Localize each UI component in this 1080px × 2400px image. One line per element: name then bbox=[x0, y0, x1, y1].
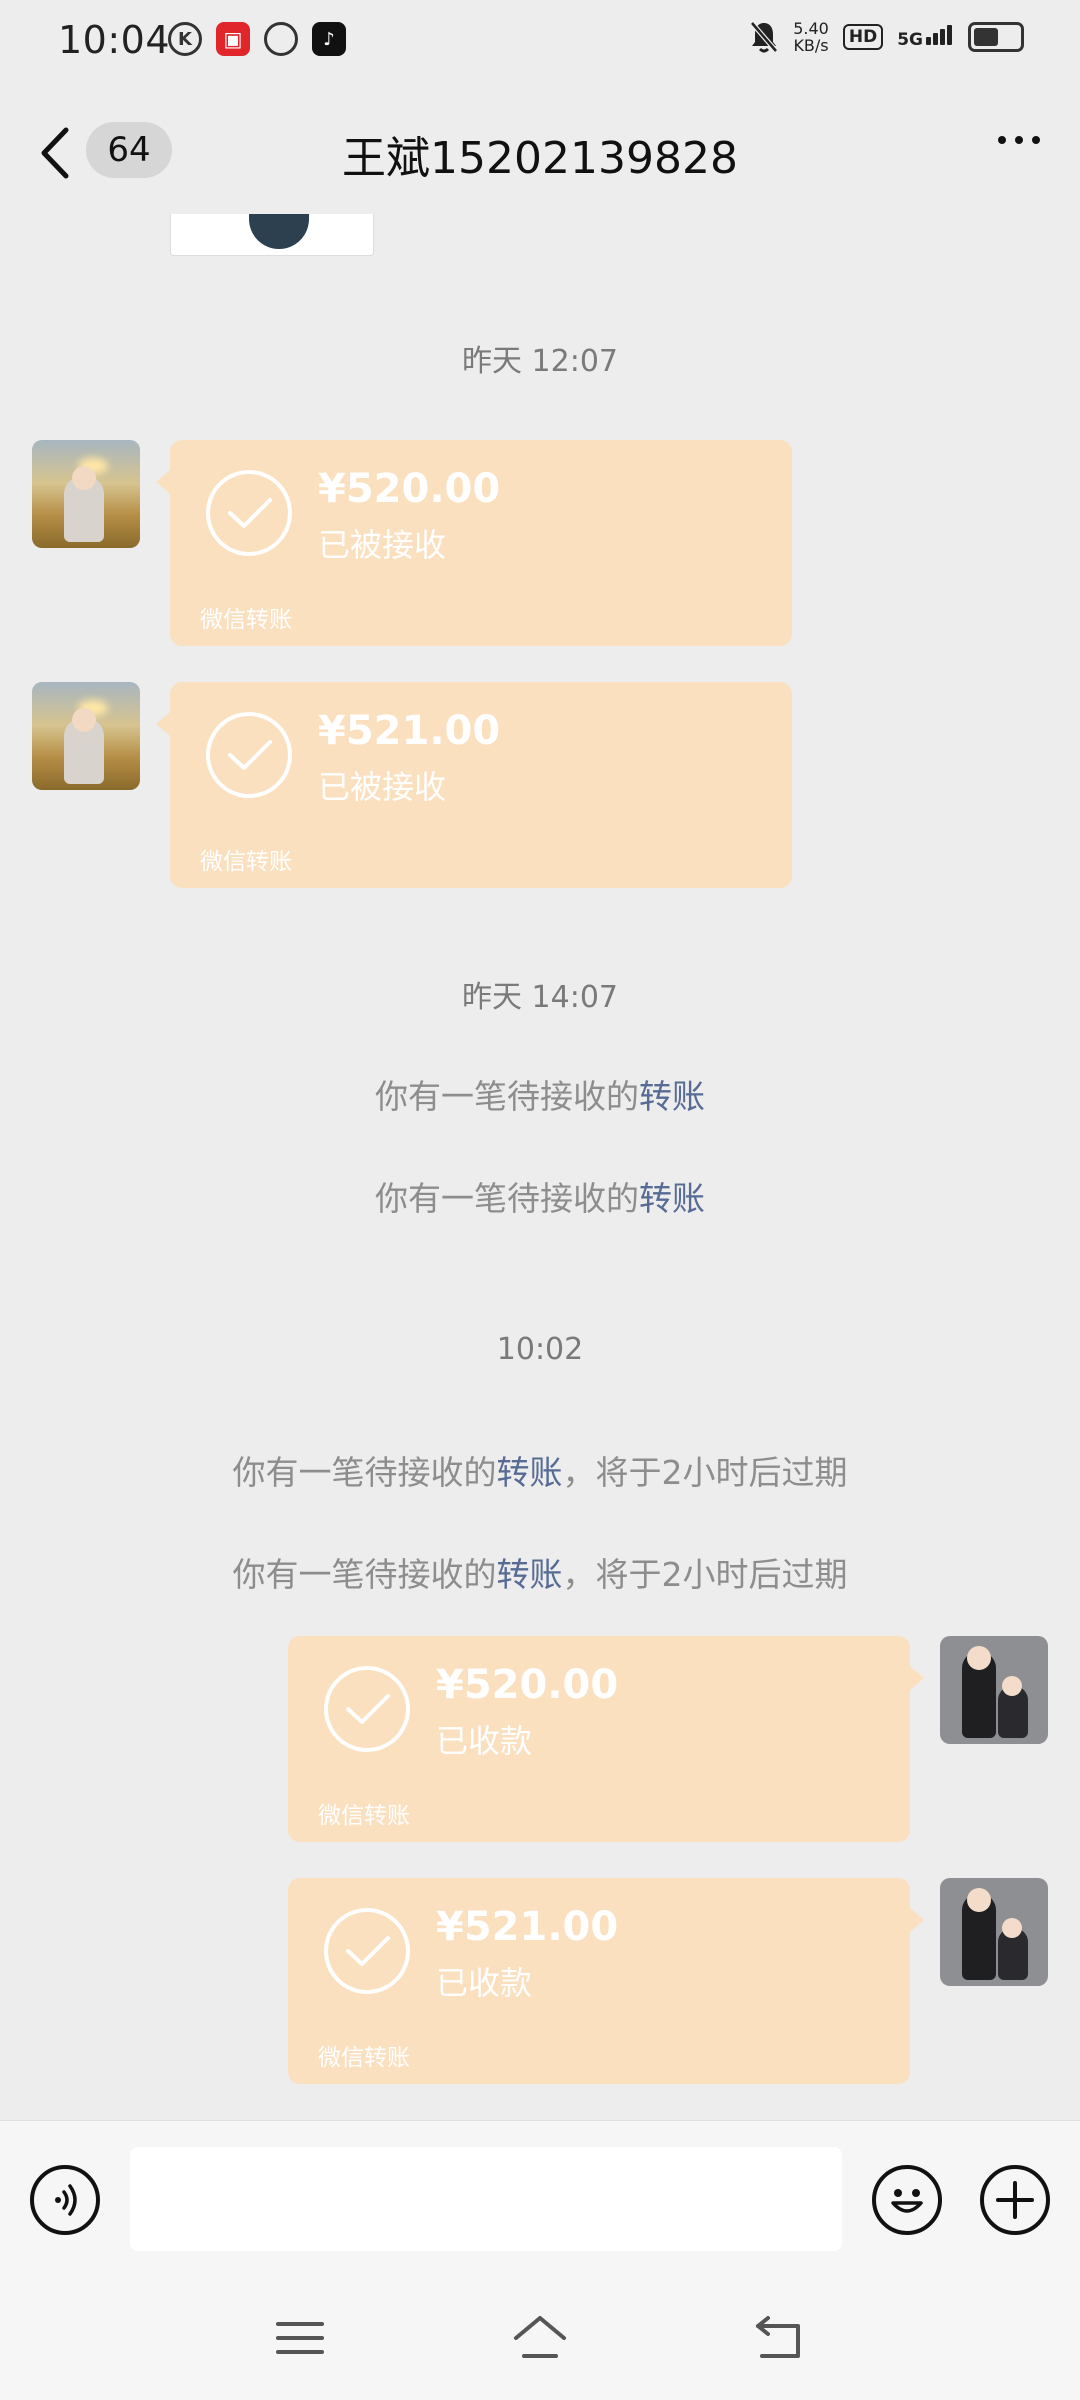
my-avatar[interactable] bbox=[940, 1636, 1048, 1744]
chat-header: 64 王斌15202139828 bbox=[0, 84, 1080, 214]
status-time: 10:04 bbox=[58, 18, 171, 62]
input-bar bbox=[0, 2120, 1080, 2283]
message-input[interactable] bbox=[130, 2147, 842, 2251]
transfer-bubble[interactable]: ¥520.00 已收款 微信转账 bbox=[288, 1636, 924, 1842]
signal-label: 5G bbox=[897, 29, 923, 50]
recent-apps-button[interactable] bbox=[270, 2310, 330, 2366]
home-button[interactable] bbox=[510, 2310, 570, 2366]
thumbnail-picture bbox=[249, 214, 309, 249]
transfer-footer: 微信转账 bbox=[318, 1803, 410, 1829]
system-message: 你有一笔待接收的转账，将于2小时后过期 bbox=[0, 1446, 1080, 1494]
check-icon bbox=[206, 712, 292, 798]
transfer-footer: 微信转账 bbox=[318, 2045, 410, 2071]
transfer-footer: 微信转账 bbox=[200, 607, 292, 633]
battery-level bbox=[974, 28, 998, 46]
transfer-status: 已收款 bbox=[436, 1964, 533, 2002]
more-dots-icon bbox=[998, 136, 1006, 144]
voice-icon bbox=[55, 2184, 77, 2216]
check-icon bbox=[206, 470, 292, 556]
more-button[interactable] bbox=[998, 136, 1040, 144]
hd-badge: HD bbox=[842, 24, 884, 50]
network-speed: 5.40 KB/s bbox=[793, 20, 829, 54]
contact-avatar[interactable] bbox=[32, 682, 140, 790]
network-speed-unit: KB/s bbox=[793, 36, 829, 55]
tiktok-icon: ♪ bbox=[312, 22, 346, 56]
system-message: 你有一笔待接收的转账 bbox=[0, 1070, 1080, 1118]
red-app-icon: ▣ bbox=[216, 22, 250, 56]
system-message-suffix: ，将于2小时后过期 bbox=[562, 1453, 848, 1492]
transfer-link[interactable]: 转账 bbox=[497, 1453, 563, 1492]
network-speed-value: 5.40 bbox=[793, 19, 829, 38]
transfer-status: 已被接收 bbox=[318, 526, 447, 564]
check-icon bbox=[324, 1908, 410, 1994]
transfer-amount: ¥520.00 bbox=[436, 1662, 619, 1708]
transfer-link[interactable]: 转账 bbox=[639, 1077, 705, 1116]
mute-icon bbox=[750, 21, 779, 53]
emoji-icon bbox=[891, 2189, 923, 2213]
system-message-suffix: ，将于2小时后过期 bbox=[562, 1555, 848, 1594]
system-back-button[interactable] bbox=[750, 2310, 810, 2366]
system-message-text: 你有一笔待接收的 bbox=[375, 1179, 639, 1218]
more-dots-icon bbox=[1032, 136, 1040, 144]
transfer-bubble[interactable]: ¥521.00 已被接收 微信转账 bbox=[156, 682, 792, 888]
system-nav-bar bbox=[0, 2282, 1080, 2400]
voice-button[interactable] bbox=[30, 2165, 100, 2235]
timestamp: 10:02 bbox=[496, 1332, 584, 1367]
transfer-bubble[interactable]: ¥521.00 已收款 微信转账 bbox=[288, 1878, 924, 2084]
smile-app-icon bbox=[264, 22, 298, 56]
menu-icon bbox=[276, 2322, 324, 2354]
k-app-icon: K bbox=[168, 22, 202, 56]
transfer-status: 已收款 bbox=[436, 1722, 533, 1760]
shared-image-thumbnail[interactable] bbox=[170, 214, 374, 256]
system-message-text: 你有一笔待接收的 bbox=[232, 1555, 497, 1594]
transfer-link[interactable]: 转账 bbox=[639, 1179, 705, 1218]
transfer-amount: ¥521.00 bbox=[318, 708, 501, 754]
transfer-amount: ¥521.00 bbox=[436, 1904, 619, 1950]
transfer-bubble[interactable]: ¥520.00 已被接收 微信转账 bbox=[156, 440, 792, 646]
status-right: 5.40 KB/s HD 5G bbox=[749, 20, 1024, 54]
transfer-link[interactable]: 转账 bbox=[497, 1555, 563, 1594]
timestamp: 昨天 12:07 bbox=[462, 344, 618, 379]
transfer-amount: ¥520.00 bbox=[318, 466, 501, 512]
check-icon bbox=[324, 1666, 410, 1752]
signal-indicator: 5G bbox=[897, 24, 954, 50]
more-dots-icon bbox=[1015, 136, 1023, 144]
timestamp: 昨天 14:07 bbox=[462, 980, 618, 1015]
system-message: 你有一笔待接收的转账，将于2小时后过期 bbox=[0, 1548, 1080, 1596]
contact-avatar[interactable] bbox=[32, 440, 140, 548]
home-icon bbox=[514, 2316, 566, 2358]
system-message-text: 你有一笔待接收的 bbox=[375, 1077, 639, 1116]
back-arrow-icon bbox=[756, 2316, 800, 2358]
plus-button[interactable] bbox=[980, 2165, 1050, 2235]
chat-messages[interactable]: 昨天 12:07 ¥520.00 已被接收 微信转账 ¥521.00 已被接收 … bbox=[0, 214, 1080, 2120]
my-avatar[interactable] bbox=[940, 1878, 1048, 1986]
transfer-footer: 微信转账 bbox=[200, 849, 292, 875]
battery-icon bbox=[968, 22, 1024, 52]
status-bar: 10:04 K ▣ ♪ 5.40 KB/s HD 5G bbox=[0, 0, 1080, 84]
plus-icon bbox=[996, 2181, 1034, 2219]
system-message-text: 你有一笔待接收的 bbox=[232, 1453, 497, 1492]
notification-icons: K ▣ ♪ bbox=[168, 22, 346, 56]
chat-title: 王斌15202139828 bbox=[342, 133, 738, 184]
signal-bars-icon bbox=[926, 24, 954, 50]
emoji-button[interactable] bbox=[872, 2165, 942, 2235]
transfer-status: 已被接收 bbox=[318, 768, 447, 806]
system-message: 你有一笔待接收的转账 bbox=[0, 1172, 1080, 1220]
